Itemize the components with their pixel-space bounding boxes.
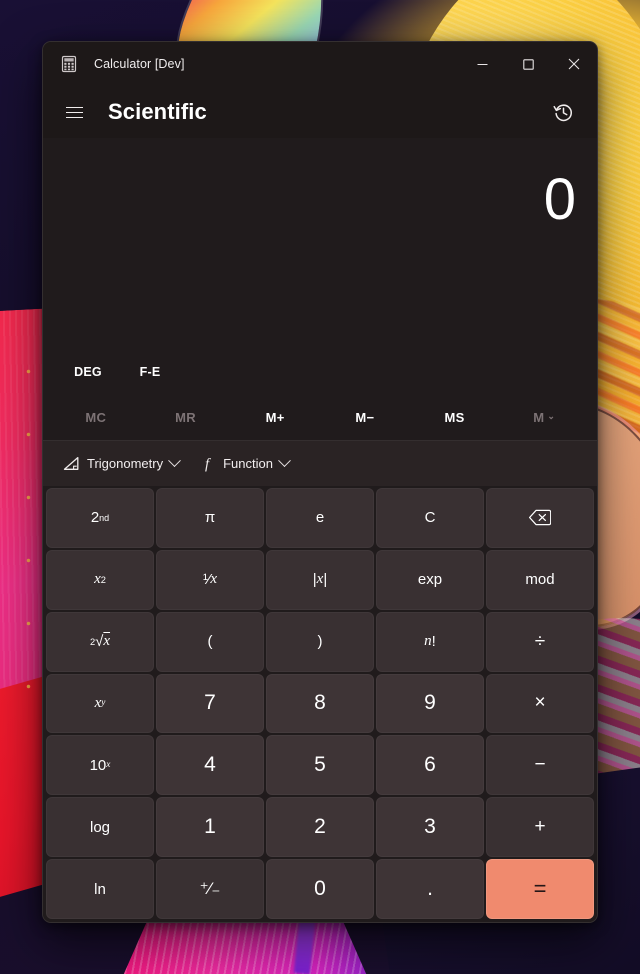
page-title: Scientific [108, 99, 207, 124]
power-button[interactable]: xy [46, 673, 154, 734]
absolute-value-button[interactable]: | x | [266, 549, 374, 610]
natural-log-button[interactable]: ln [46, 859, 154, 919]
minimize-button[interactable] [459, 42, 505, 86]
result-display[interactable]: 0 [43, 164, 597, 236]
desktop-background: Calculator [Dev] Scientific 0 DEG F-E MC… [0, 0, 640, 974]
subtract-button[interactable]: − [486, 735, 594, 796]
window-controls [459, 42, 597, 86]
minimize-icon [477, 63, 487, 65]
close-button[interactable] [551, 42, 597, 86]
add-button[interactable]: + [486, 797, 594, 858]
chevron-down-icon: ⌄ [547, 410, 556, 421]
equals-button[interactable]: = [486, 859, 594, 919]
expression-text [43, 138, 597, 164]
fixed-exponential-toggle[interactable]: F-E [119, 357, 181, 387]
modulo-button[interactable]: mod [486, 549, 594, 610]
square-button[interactable]: x2 [46, 549, 154, 610]
eight-button[interactable]: 8 [266, 673, 374, 734]
four-button[interactable]: 4 [156, 735, 264, 796]
svg-text:f: f [205, 457, 211, 473]
history-button[interactable] [543, 94, 583, 130]
function-dropdown[interactable]: f Function [194, 448, 298, 480]
pi-button[interactable]: π [156, 488, 264, 548]
nine-button[interactable]: 9 [376, 673, 484, 734]
trigonometry-icon [63, 456, 79, 470]
hamburger-menu-icon[interactable] [53, 94, 95, 130]
reciprocal-button[interactable]: ¹⁄ x [156, 549, 264, 610]
window-title: Calculator [Dev] [94, 57, 185, 71]
angle-unit-toggle[interactable]: DEG [57, 357, 119, 387]
log-button[interactable]: log [46, 797, 154, 858]
memory-add-button[interactable]: M+ [230, 400, 320, 434]
ten-power-button[interactable]: 10 x [46, 735, 154, 796]
clear-button[interactable]: C [376, 488, 484, 548]
memory-recall-button[interactable]: MR [141, 400, 231, 434]
plus-minus-button[interactable]: ⁺⁄₋ [156, 859, 264, 919]
close-icon [568, 58, 580, 70]
memory-list-label: M [533, 409, 545, 425]
function-dropdown-bar: Trigonometry f Function [43, 440, 597, 486]
trigonometry-label: Trigonometry [87, 456, 164, 471]
seven-button[interactable]: 7 [156, 673, 264, 734]
two-button[interactable]: 2 [266, 797, 374, 858]
one-button[interactable]: 1 [156, 797, 264, 858]
decimal-button[interactable]: . [376, 859, 484, 919]
memory-clear-button[interactable]: MC [51, 400, 141, 434]
app-header: Scientific [43, 86, 597, 138]
title-bar[interactable]: Calculator [Dev] [43, 42, 597, 86]
function-icon: f [205, 457, 211, 473]
chevron-down-icon [168, 454, 181, 468]
square-root-button[interactable]: 2 √ x [46, 611, 154, 672]
five-button[interactable]: 5 [266, 735, 374, 796]
backspace-button[interactable] [486, 488, 594, 548]
divide-button[interactable]: ÷ [486, 611, 594, 672]
function-label: Function [223, 456, 273, 471]
zero-button[interactable]: 0 [266, 859, 374, 919]
display-area: 0 DEG F-E MC MR M+ M− MS M ⌄ [43, 138, 597, 440]
chevron-down-icon [278, 454, 291, 468]
display-toggles: DEG F-E [43, 350, 597, 394]
exponent-button[interactable]: exp [376, 549, 484, 610]
second-function-button[interactable]: 2nd [46, 488, 154, 548]
close-parenthesis-button[interactable]: ) [266, 611, 374, 672]
factorial-button[interactable]: n! [376, 611, 484, 672]
six-button[interactable]: 6 [376, 735, 484, 796]
history-icon [552, 103, 572, 121]
maximize-button[interactable] [505, 42, 551, 86]
calculator-window: Calculator [Dev] Scientific 0 DEG F-E MC… [42, 41, 598, 923]
memory-row: MC MR M+ M− MS M ⌄ [43, 394, 597, 440]
multiply-button[interactable]: × [486, 673, 594, 734]
euler-button[interactable]: e [266, 488, 374, 548]
memory-subtract-button[interactable]: M− [320, 400, 410, 434]
memory-store-button[interactable]: MS [410, 400, 500, 434]
maximize-icon [522, 58, 534, 70]
trigonometry-dropdown[interactable]: Trigonometry [54, 448, 188, 480]
three-button[interactable]: 3 [376, 797, 484, 858]
backspace-icon [529, 510, 551, 526]
calculator-icon [61, 55, 77, 73]
memory-list-button[interactable]: M ⌄ [499, 400, 589, 434]
keypad-grid: 2nd π e Cx 2 ¹⁄ x | x | exp mod 2 √ x() n! ÷ x y 7 8 9 × 10 x 4 5 6… [43, 486, 597, 922]
open-parenthesis-button[interactable]: ( [156, 611, 264, 672]
